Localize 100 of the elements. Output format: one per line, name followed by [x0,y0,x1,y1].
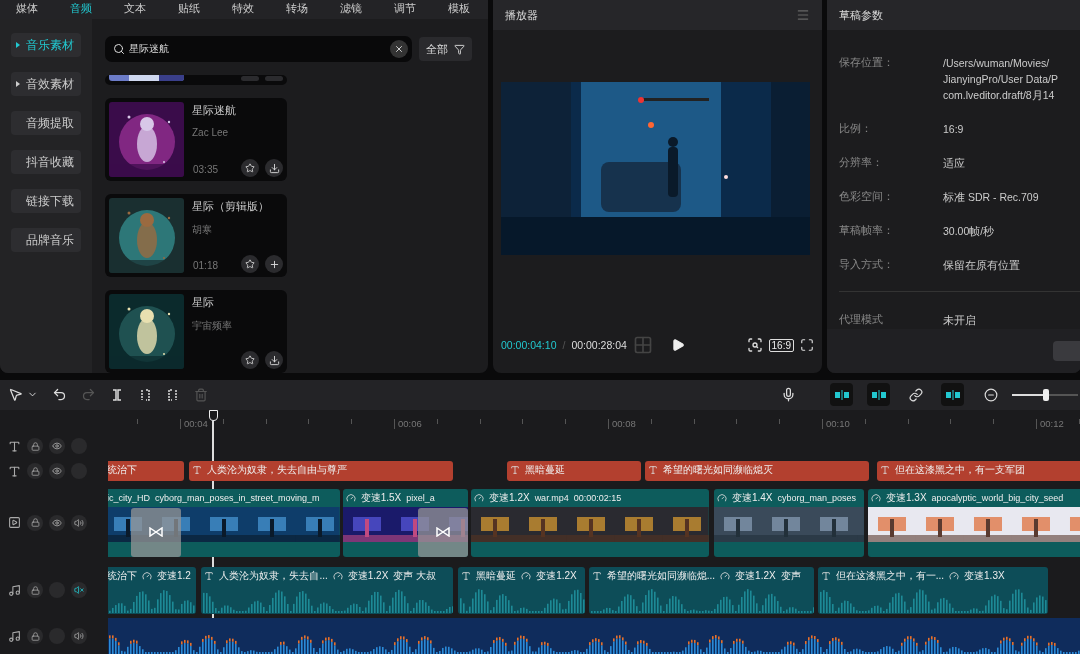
total-time: 00:00:28:04 [571,339,627,351]
align-icon [870,389,887,400]
sidebar-label: 抖音收藏 [26,154,74,170]
clip-label: 人类沦为奴隶，失去自由与尊严 [206,463,347,478]
clip-label: 变速1.2X [489,491,530,506]
category-tab[interactable]: 媒体 [0,0,54,19]
category-tab[interactable]: 转场 [270,0,324,19]
sidebar-item[interactable]: 音乐素材 [11,33,81,57]
tab-label: 滤镜 [340,1,362,16]
song-artist: 胡寒 [192,223,213,237]
video-clip[interactable]: 变速1.3X apocalyptic_world_big_city_seed [868,489,1080,557]
snap-toggle[interactable] [941,383,964,407]
lock-button[interactable] [27,438,43,455]
slider-thumb[interactable] [1043,388,1050,401]
category-tab[interactable]: 模板 [432,0,486,19]
speed-icon [871,493,881,504]
clip-label: 变速1.2X [735,568,776,583]
speed-icon [345,493,356,504]
music-clip[interactable] [108,618,1080,654]
audio-clip[interactable]: 希望的曙光如同濒临熄... 变速1.2X 变声 [588,566,814,615]
eye-icon [52,441,62,452]
clip-label: 变速1.2 [157,568,191,583]
undo-icon[interactable] [52,387,67,403]
zoom-frame-icon[interactable] [746,337,763,353]
video-clip[interactable]: 变速1.2X war.mp4 00:00:02:15 [471,489,709,557]
clip-label: 黑暗蔓延 [525,463,566,478]
text-clip[interactable]: 希望的曙光如同濒临熄灭 [645,461,870,482]
lock-button[interactable] [27,463,43,480]
clip-label: 但在这漆黑之中，有一支军团 [894,463,1025,478]
zoom-slider[interactable] [1012,388,1078,401]
param-value: 16:9 [943,122,964,137]
fullscreen-icon[interactable] [800,338,814,352]
song-artist: 宇宙频率 [192,319,233,333]
visibility-button[interactable] [49,514,65,531]
tab-label: 文本 [124,1,146,16]
audio-button[interactable] [71,582,87,599]
music-card[interactable]: 星际（剪辑版） 胡寒 01:18 [105,194,287,277]
param-value: 未开启 [943,313,976,328]
text-clip[interactable]: 但在这漆黑之中，有一支军团 [876,461,1080,482]
music-card[interactable]: 星际 宇宙频率 [105,290,287,373]
text-icon [591,570,602,581]
snap-toggle[interactable] [830,383,853,407]
category-tab[interactable]: 音频 [54,0,108,19]
filter-button[interactable]: 全部 [419,37,472,61]
audio-clip[interactable]: 黑暗蔓延 变速1.2X [458,566,585,615]
category-tab[interactable]: 文本 [108,0,162,19]
panel-title: 草稿参数 [839,7,883,23]
speed-icon [474,493,485,504]
category-tab[interactable]: 调节 [378,0,432,19]
sidebar-item[interactable]: 链接下载 [11,189,81,213]
sidebar-item[interactable]: 品牌音乐 [11,228,81,252]
music-card[interactable]: 星际迷航 Zac Lee 03:35 [105,98,287,181]
lock-button[interactable] [27,514,43,531]
add-button[interactable] [265,255,283,273]
clip-label: 变声 大叔 [393,568,437,583]
text-clip[interactable]: 黑暗蔓延 [507,461,642,482]
lock-icon [30,442,40,451]
audio-clip[interactable]: 但在这漆黑之中，有一... 变速1.3X [817,566,1048,615]
text-icon [8,440,21,453]
sidebar-item[interactable]: 音效素材 [11,72,81,96]
mic-icon[interactable] [781,387,796,403]
song-title: 星际（剪辑版） [192,200,270,214]
sidebar-item[interactable]: 抖音收藏 [11,150,81,174]
search-field[interactable]: 星际迷航 [105,36,412,62]
category-tab[interactable]: 贴纸 [162,0,216,19]
pointer-icon[interactable] [8,387,23,403]
audio-button[interactable] [71,514,87,531]
star-icon [245,259,255,269]
caret-icon [16,81,20,87]
clip-label: 人类沦为奴隶，失去自... [219,568,328,583]
sidebar-item[interactable]: 音频提取 [11,111,81,135]
category-tab[interactable]: 特效 [216,0,270,19]
snap-toggle[interactable] [867,383,890,407]
clip-label: 变速1.4X [731,491,773,506]
audio-clip[interactable]: 人类沦为奴隶，失去自... 变速1.2X 变声 大叔 [201,566,453,615]
visibility-button[interactable] [49,463,65,480]
play-icon[interactable] [670,338,685,352]
split-icon[interactable] [110,387,124,402]
playhead[interactable] [208,410,219,432]
trim-right-icon[interactable] [166,387,180,402]
lock-button[interactable] [27,582,43,599]
category-tab[interactable]: 滤镜 [324,0,378,19]
zoom-out-icon[interactable] [984,387,998,402]
clip-label: cyborg_man_poses_in_street_moving_m [155,493,320,504]
transition-marker[interactable] [131,508,182,557]
transition-marker[interactable] [418,508,469,557]
trim-left-icon[interactable] [138,387,152,402]
visibility-button[interactable] [49,438,65,455]
audio-button[interactable] [71,628,87,645]
tab-label: 模板 [448,1,470,16]
lock-icon [30,518,40,528]
text-clip[interactable]: 人类沦为奴隶，失去自由与尊严 [188,461,453,482]
lock-button[interactable] [27,628,43,645]
sidebar-label: 链接下载 [26,193,74,209]
ratio-button[interactable]: 16:9 [768,338,794,352]
speaker-icon [74,517,84,528]
video-clip[interactable]: 变速1.4X cyborg_man_poses [713,489,864,557]
param-value: 标准 SDR - Rec.709 [943,190,1039,205]
filter-icon [454,43,465,55]
param-label: 色彩空间： [839,189,895,204]
